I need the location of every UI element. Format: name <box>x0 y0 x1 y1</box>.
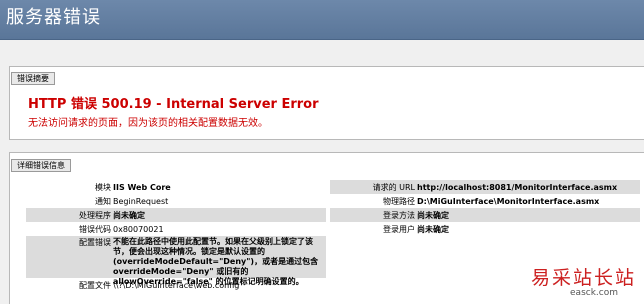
site-watermark: 易采站长站 easck.com <box>516 263 636 298</box>
request-url-value: http://localhost:8081/MonitorInterface.a… <box>417 182 618 192</box>
handler-value: 尚未确定 <box>113 210 145 220</box>
page-title: 服务器错误 <box>6 7 101 28</box>
detail-row-path: 物理路径 D:\MiGuInterface\MonitorInterface.a… <box>330 194 640 208</box>
notify-value: BeginRequest <box>113 196 169 206</box>
config-file-value: \\?\D:\MiGuInterface\web.config <box>113 280 240 290</box>
physical-path-value: D:\MiGuInterface\MonitorInterface.asmx <box>417 196 600 206</box>
error-title: HTTP 错误 500.19 - Internal Server Error <box>28 97 319 112</box>
module-value: IIS Web Core <box>113 182 171 192</box>
detail-row-logon-method: 登录方法 尚未确定 <box>330 208 640 222</box>
logon-user-label: 登录用户 <box>383 224 415 234</box>
detail-row-config-file: 配置文件 \\?\D:\MiGuInterface\web.config <box>26 278 326 292</box>
physical-path-label: 物理路径 <box>383 196 415 206</box>
module-label: 模块 <box>95 182 111 192</box>
error-message: 无法访问请求的页面，因为该页的相关配置数据无效。 <box>28 118 268 129</box>
notify-label: 通知 <box>95 196 111 206</box>
detail-row-url: 请求的 URL http://localhost:8081/MonitorInt… <box>330 180 640 194</box>
watermark-cn-text: 易采站长站 <box>530 267 636 289</box>
detail-row-notify: 通知 BeginRequest <box>26 194 326 208</box>
page-header: 服务器错误 <box>0 0 644 40</box>
error-detail-legend: 详细错误信息 <box>11 159 71 172</box>
config-error-label: 配置错误 <box>79 238 111 247</box>
config-file-label: 配置文件 <box>79 280 111 290</box>
handler-label: 处理程序 <box>79 210 111 220</box>
detail-table-left: 模块 IIS Web Core 通知 BeginRequest 处理程序 尚未确… <box>26 180 326 292</box>
error-summary-legend: 错误摘要 <box>11 72 55 85</box>
detail-row-logon-user: 登录用户 尚未确定 <box>330 222 640 236</box>
logon-user-value: 尚未确定 <box>417 224 449 234</box>
request-url-label: 请求的 URL <box>372 182 415 192</box>
detail-row-config-error: 配置错误 不能在此路径中使用此配置节。如果在父级别上锁定了该节，便会出现这种情况… <box>26 236 326 286</box>
detail-table-right: 请求的 URL http://localhost:8081/MonitorInt… <box>330 180 640 236</box>
detail-row-module: 模块 IIS Web Core <box>26 180 326 194</box>
detail-row-handler: 处理程序 尚未确定 <box>26 208 326 222</box>
detail-row-code: 错误代码 0x80070021 <box>26 222 326 236</box>
error-code-label: 错误代码 <box>79 224 111 234</box>
logon-method-label: 登录方法 <box>383 210 415 220</box>
logon-method-value: 尚未确定 <box>417 210 449 220</box>
error-code-value: 0x80070021 <box>113 224 164 234</box>
